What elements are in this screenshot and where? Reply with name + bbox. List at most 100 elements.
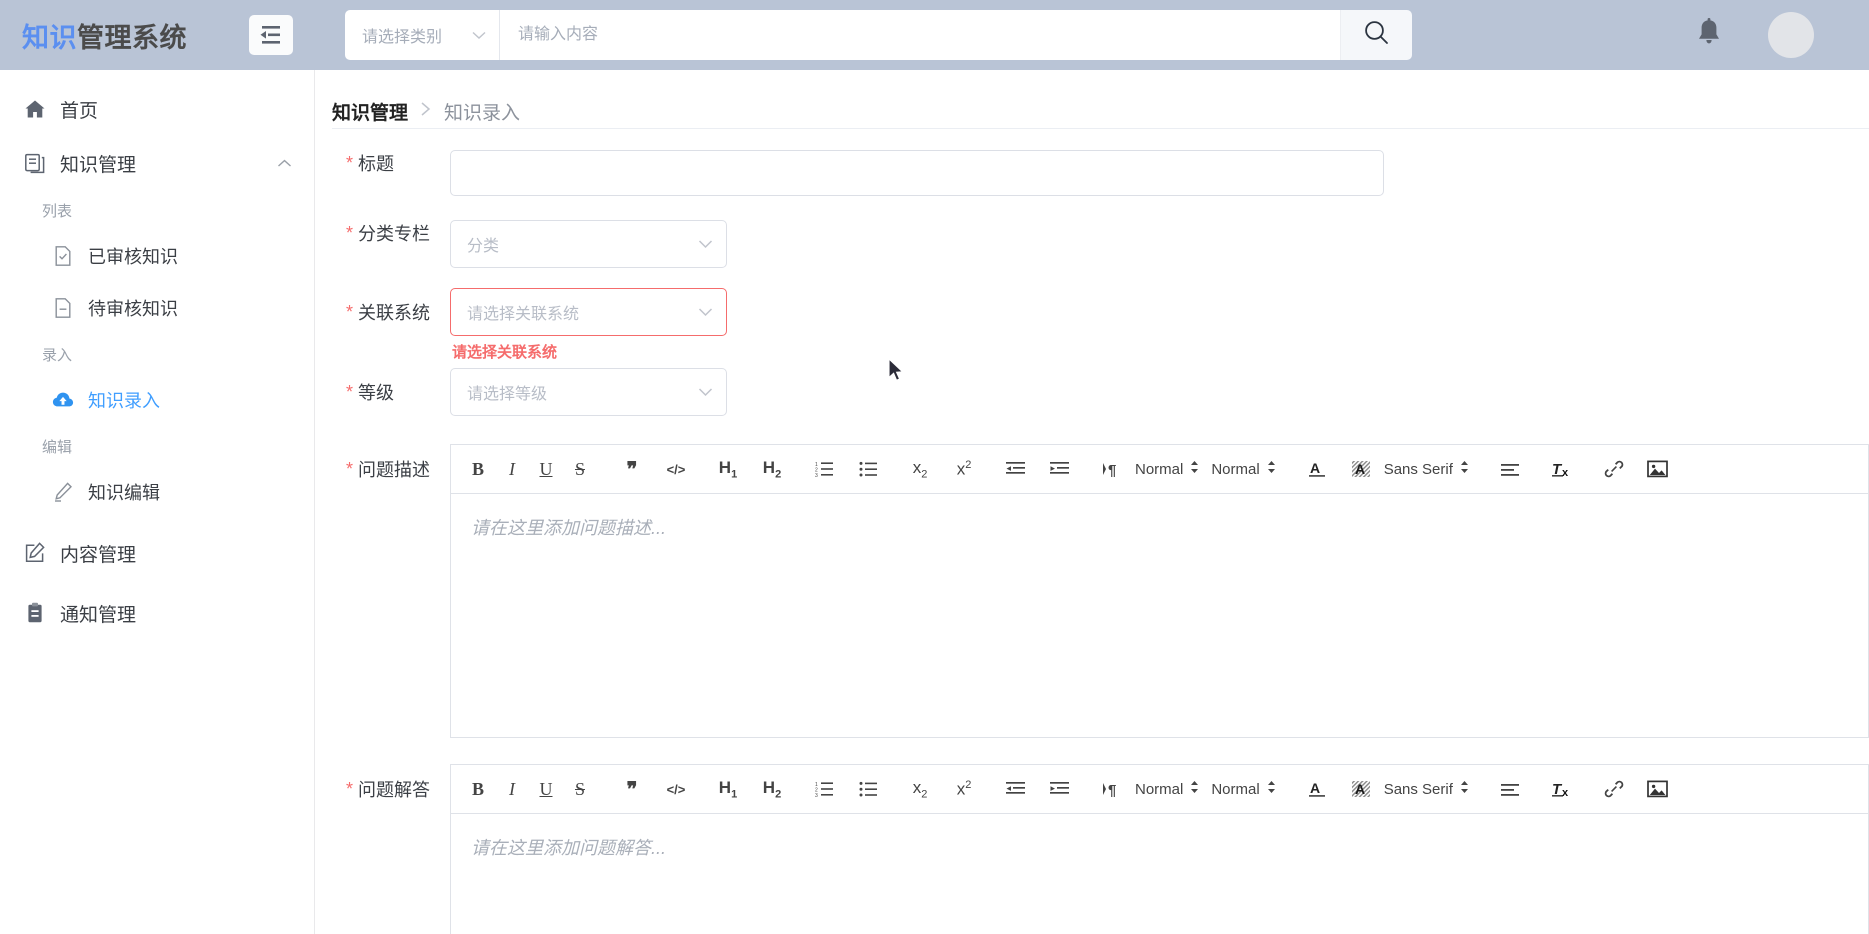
search-submit-button[interactable]	[1340, 10, 1412, 60]
underline-icon[interactable]: U	[529, 772, 563, 806]
underline-icon[interactable]: U	[529, 452, 563, 486]
bullet-list-icon[interactable]	[851, 772, 885, 806]
subscript-icon[interactable]: x2	[903, 772, 937, 806]
code-block-icon[interactable]: </>	[659, 452, 693, 486]
superscript-icon[interactable]: x2	[947, 772, 981, 806]
text-color-icon[interactable]: A	[1300, 452, 1334, 486]
updown-arrows-icon	[1267, 460, 1276, 478]
pencil-icon	[52, 481, 74, 503]
clear-format-icon[interactable]: Tx	[1545, 772, 1579, 806]
top-header: 知识管理系统 请选择类别	[0, 0, 1869, 70]
align-icon[interactable]	[1493, 452, 1527, 486]
heading-2-icon[interactable]: H2	[755, 772, 789, 806]
italic-icon[interactable]: I	[495, 772, 529, 806]
description-editor-body[interactable]: 请在这里添加问题描述...	[451, 494, 1868, 737]
level-select[interactable]: 请选择等级	[450, 368, 727, 416]
sidebar-item-label: 首页	[60, 100, 99, 122]
sidebar-item-approved-knowledge[interactable]: 已审核知识	[0, 230, 314, 282]
ordered-list-icon[interactable]: 123	[807, 772, 841, 806]
breadcrumb-divider	[332, 128, 1869, 129]
svg-text:x: x	[1562, 787, 1569, 799]
ordered-list-icon[interactable]: 123	[807, 452, 841, 486]
bold-icon[interactable]: B	[461, 772, 495, 806]
code-block-icon[interactable]: </>	[659, 772, 693, 806]
answer-editor-toolbar: B I U S ❞ </> H1 H2 123 x2 x2 ¶ Normal N…	[451, 765, 1868, 814]
category-select-value: 分类	[467, 238, 500, 255]
sidebar-collapse-button[interactable]	[249, 15, 293, 55]
sidebar-item-knowledge-edit[interactable]: 知识编辑	[0, 466, 314, 518]
category-select[interactable]: 分类	[450, 220, 727, 268]
clear-format-icon[interactable]: Tx	[1545, 452, 1579, 486]
link-icon[interactable]	[1597, 452, 1631, 486]
chevron-up-icon[interactable]	[277, 157, 292, 170]
breadcrumb: 知识管理 知识录入	[316, 70, 1869, 128]
svg-text:A: A	[1355, 781, 1365, 797]
subscript-icon[interactable]: x2	[903, 452, 937, 486]
required-asterisk: *	[346, 153, 354, 173]
indent-icon[interactable]	[1043, 772, 1077, 806]
header-dropdown[interactable]: Normal	[1205, 772, 1281, 806]
sidebar-item-label: 知识录入	[88, 391, 160, 411]
label-text: 标题	[358, 154, 395, 174]
background-color-icon[interactable]: A	[1344, 452, 1378, 486]
link-icon[interactable]	[1597, 772, 1631, 806]
bullet-list-icon[interactable]	[851, 452, 885, 486]
related-system-select[interactable]: 请选择关联系统	[450, 288, 727, 336]
font-dropdown[interactable]: Sans Serif	[1378, 452, 1475, 486]
outdent-icon[interactable]	[999, 772, 1033, 806]
sidebar-item-home[interactable]: 首页	[0, 82, 314, 136]
title-input[interactable]	[450, 150, 1384, 196]
strikethrough-icon[interactable]: S	[563, 452, 597, 486]
sidebar-item-notification-management[interactable]: 通知管理	[0, 586, 314, 640]
label-text: 等级	[358, 383, 395, 403]
indent-icon[interactable]	[1043, 452, 1077, 486]
label-category: * 分类专栏	[332, 220, 450, 246]
blockquote-icon[interactable]: ❞	[615, 772, 649, 806]
menu-fold-icon	[259, 25, 283, 45]
app-logo[interactable]: 知识管理系统	[22, 16, 187, 55]
label-related-system: * 关联系统	[332, 288, 450, 336]
heading-1-icon[interactable]: H1	[711, 772, 745, 806]
text-color-icon[interactable]: A	[1300, 772, 1334, 806]
sidebar-item-knowledge-management[interactable]: 知识管理	[0, 136, 314, 190]
bold-icon[interactable]: B	[461, 452, 495, 486]
align-icon[interactable]	[1493, 772, 1527, 806]
description-editor: B I U S ❞ </> H1 H2 123 x2 x2 ¶ Normal N…	[450, 444, 1869, 738]
form-row-category: * 分类专栏 分类	[332, 220, 1869, 268]
text-direction-icon[interactable]: ¶	[1095, 772, 1129, 806]
level-select-value: 请选择等级	[467, 386, 548, 403]
font-dropdown[interactable]: Sans Serif	[1378, 772, 1475, 806]
sidebar-item-knowledge-entry[interactable]: 知识录入	[0, 374, 314, 426]
required-asterisk: *	[346, 778, 354, 799]
search-input[interactable]	[500, 10, 1340, 60]
heading-1-icon[interactable]: H1	[711, 452, 745, 486]
image-icon[interactable]	[1641, 772, 1675, 806]
heading-2-icon[interactable]: H2	[755, 452, 789, 486]
breadcrumb-current: 知识录入	[444, 102, 521, 124]
answer-editor: B I U S ❞ </> H1 H2 123 x2 x2 ¶ Normal N…	[450, 764, 1869, 934]
background-color-icon[interactable]: A	[1344, 772, 1378, 806]
strikethrough-icon[interactable]: S	[563, 772, 597, 806]
sidebar-item-content-management[interactable]: 内容管理	[0, 526, 314, 580]
superscript-icon[interactable]: x2	[947, 452, 981, 486]
blockquote-icon[interactable]: ❞	[615, 452, 649, 486]
search-category-select[interactable]: 请选择类别	[345, 10, 500, 60]
updown-arrows-icon	[1190, 780, 1199, 798]
bell-icon[interactable]	[1694, 17, 1724, 53]
image-icon[interactable]	[1641, 452, 1675, 486]
svg-text:A: A	[1310, 780, 1320, 796]
answer-editor-body[interactable]: 请在这里添加问题解答...	[451, 814, 1868, 934]
required-asterisk: *	[346, 458, 354, 479]
breadcrumb-parent[interactable]: 知识管理	[332, 98, 408, 125]
size-dropdown[interactable]: Normal	[1129, 772, 1205, 806]
avatar[interactable]	[1768, 12, 1814, 58]
italic-icon[interactable]: I	[495, 452, 529, 486]
header-dropdown[interactable]: Normal	[1205, 452, 1281, 486]
size-dropdown-value: Normal	[1135, 780, 1184, 798]
outdent-icon[interactable]	[999, 452, 1033, 486]
size-dropdown[interactable]: Normal	[1129, 452, 1205, 486]
sidebar-item-pending-knowledge[interactable]: 待审核知识	[0, 282, 314, 334]
sidebar-group-title-list: 列表	[42, 202, 73, 220]
text-direction-icon[interactable]: ¶	[1095, 452, 1129, 486]
required-asterisk: *	[346, 382, 354, 402]
